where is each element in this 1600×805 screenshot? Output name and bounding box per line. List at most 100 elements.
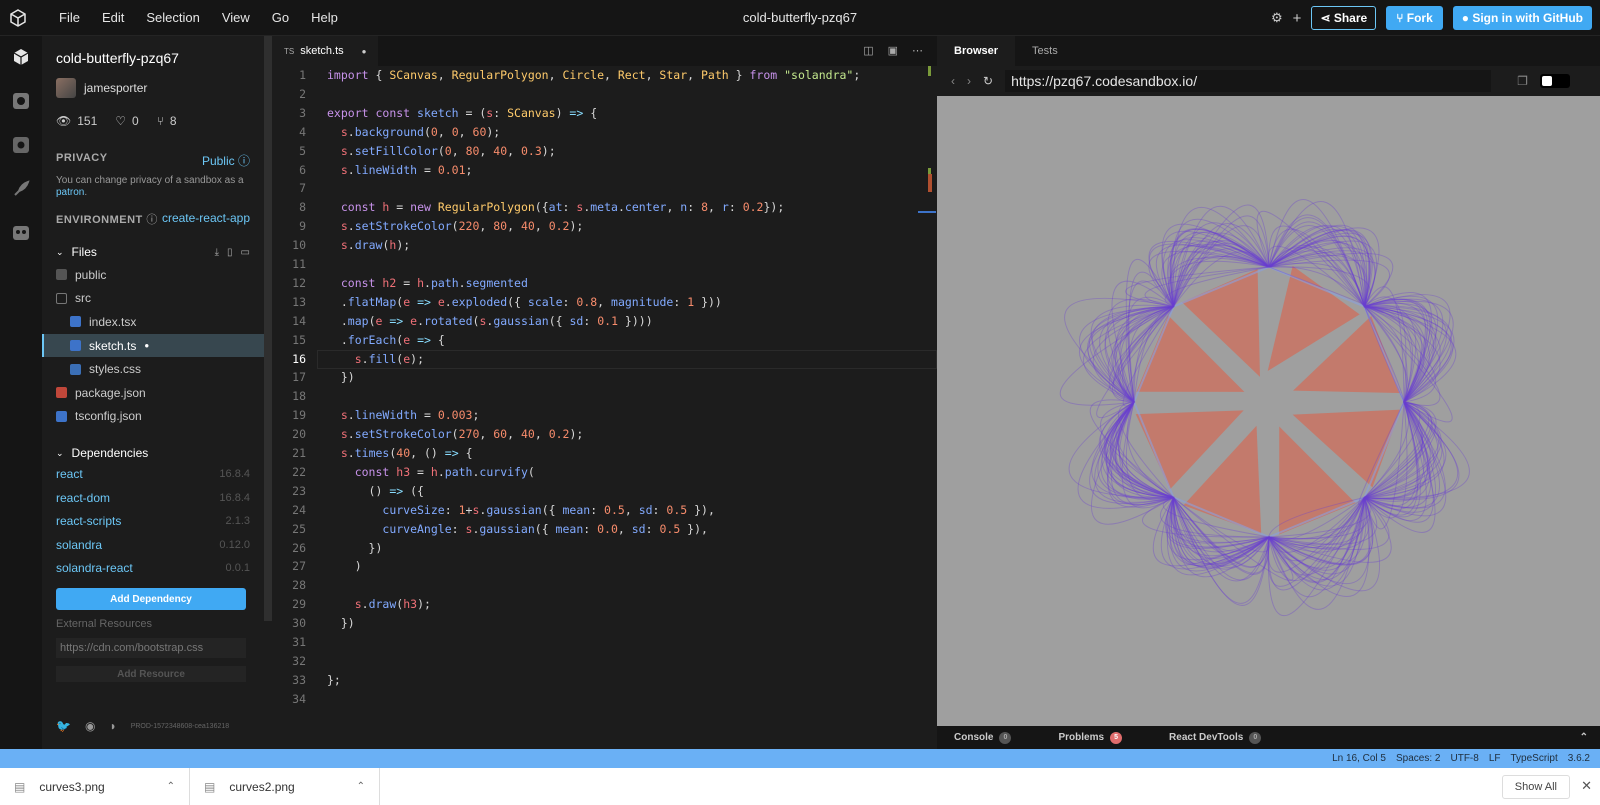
dependency-react[interactable]: react 16.8.4 (56, 462, 264, 486)
patron-link[interactable]: patron (56, 187, 84, 198)
new-file-icon[interactable]: ▯ (227, 247, 233, 258)
indent-setting[interactable]: Spaces: 2 (1396, 753, 1440, 764)
url-input[interactable]: https://pzq67.codesandbox.io/ (1005, 70, 1492, 92)
unsaved-dot-icon[interactable]: ● (362, 47, 367, 56)
github-signin-button[interactable]: ● Sign in with GitHub (1452, 6, 1592, 30)
code-area[interactable]: 1 import { SCanvas, RegularPolygon, Circl… (272, 66, 937, 749)
typescript-icon (70, 340, 81, 352)
deploy-rocket-icon[interactable] (10, 178, 32, 200)
menu-go[interactable]: Go (261, 10, 300, 25)
file-item-tsconfig-json[interactable]: tsconfig.json (42, 405, 264, 429)
react-devtools-tab[interactable]: React DevTools (1169, 732, 1243, 743)
sidebar: cold-butterfly-pzq67 jamesporter 👁 151 ♡ 0… (42, 36, 264, 749)
file-item-src[interactable]: src (42, 287, 264, 311)
privacy-value[interactable]: Public ⓘ (202, 152, 250, 169)
file-item-package-json[interactable]: package.json (42, 381, 264, 405)
language-mode[interactable]: TypeScript (1511, 753, 1558, 764)
explorer-icon[interactable] (10, 46, 32, 68)
overview-ruler[interactable] (918, 66, 937, 749)
back-icon[interactable]: ‹ (951, 74, 955, 88)
external-resource-input[interactable]: https://cdn.com/bootstrap.css (56, 638, 246, 659)
download-icon[interactable]: ⤓ (215, 247, 219, 258)
close-icon[interactable]: ✕ (1581, 778, 1592, 794)
more-icon[interactable]: ⋯ (912, 44, 923, 57)
code-line: s.lineWidth = 0.01; (340, 162, 473, 177)
file-item-styles-css[interactable]: styles.css (42, 357, 264, 381)
heart-icon: ♡ (115, 114, 127, 128)
open-new-window-icon[interactable]: ❐ (1517, 74, 1528, 88)
download-item[interactable]: ▤ curves2.png ⌃ (190, 768, 380, 805)
environment-value[interactable]: create-react-app (162, 211, 250, 227)
line-ending[interactable]: LF (1489, 753, 1501, 764)
line-number: 22 (292, 464, 306, 479)
typescript-icon: TS (284, 46, 295, 56)
help-icon[interactable]: ⓘ (238, 154, 250, 168)
add-dependency-button[interactable]: Add Dependency (56, 588, 246, 611)
line-number: 15 (292, 332, 306, 347)
codesandbox-logo[interactable] (0, 0, 36, 36)
download-item[interactable]: ▤ curves3.png ⌃ (0, 768, 190, 805)
octagon-outline (1132, 265, 1406, 539)
code-line: const h = new RegularPolygon({at: s.meta… (340, 200, 785, 215)
github-icon[interactable] (10, 134, 32, 156)
live-collab-icon[interactable] (10, 222, 32, 244)
dependency-react-dom[interactable]: react-dom 16.8.4 (56, 486, 264, 510)
author-row[interactable]: jamesporter (56, 78, 264, 98)
browser-pane: Browser Tests ‹ › ↻ https://pzq67.codesa… (937, 36, 1600, 749)
ts-version[interactable]: 3.6.2 (1568, 753, 1590, 764)
dependencies-header[interactable]: ⌄ Dependencies (56, 446, 264, 460)
show-all-button[interactable]: Show All (1501, 775, 1570, 799)
file-item-sketch-ts[interactable]: sketch.ts ● (42, 333, 264, 358)
download-name: curves2.png (229, 779, 295, 794)
menu-file[interactable]: File (48, 10, 91, 25)
settings-icon[interactable] (10, 90, 32, 112)
preview-canvas[interactable] (937, 96, 1600, 726)
code-line: s.draw(h3); (354, 597, 431, 612)
dependency-solandra[interactable]: solandra 0.12.0 (56, 533, 264, 557)
dependency-solandra-react[interactable]: solandra-react 0.0.1 (56, 557, 264, 581)
encoding[interactable]: UTF-8 (1450, 753, 1478, 764)
tab-browser[interactable]: Browser (937, 36, 1016, 66)
share-button[interactable]: ⋖ Share (1311, 6, 1377, 30)
refresh-icon[interactable]: ↻ (983, 74, 993, 88)
chevron-up-icon[interactable]: ⌃ (1580, 732, 1588, 743)
menu-view[interactable]: View (211, 10, 261, 25)
split-editor-icon[interactable]: ◫ (863, 44, 873, 57)
code-line: s.setStrokeColor(270, 60, 40, 0.2); (340, 427, 584, 442)
toggle-icon[interactable] (1539, 74, 1570, 88)
menu-help[interactable]: Help (300, 10, 349, 25)
preview-icon[interactable]: ▣ (888, 44, 898, 57)
console-tab[interactable]: Console (954, 732, 993, 743)
cursor-position[interactable]: Ln 16, Col 5 (1332, 753, 1386, 764)
code-line: import { SCanvas, RegularPolygon, Circle… (327, 68, 861, 82)
help-icon[interactable]: ⓘ (146, 214, 158, 226)
gear-icon[interactable]: ⚙ (1271, 10, 1283, 26)
forward-icon[interactable]: › (967, 74, 971, 88)
file-item-index-tsx[interactable]: index.tsx (42, 310, 264, 334)
file-item-public[interactable]: public (42, 263, 264, 287)
fork-button[interactable]: ⑂ Fork (1386, 6, 1443, 30)
tab-sketch-ts[interactable]: TS sketch.ts ● (272, 36, 379, 66)
menu-edit[interactable]: Edit (91, 10, 135, 25)
line-number: 16 (292, 351, 306, 366)
toolbar-right: ⚙ + ⋖ Share ⑂ Fork ● Sign in with GitHub (1271, 6, 1592, 30)
menu-selection[interactable]: Selection (135, 10, 210, 25)
code-line: .flatMap(e => e.exploded({ scale: 0.8, m… (327, 294, 722, 309)
tab-tests[interactable]: Tests (1015, 45, 1075, 57)
add-resource-button[interactable]: Add Resource (56, 666, 246, 683)
typescript-icon (70, 316, 81, 328)
top-bar: File Edit Selection View Go Help cold-bu… (0, 0, 1600, 36)
github-icon[interactable]: ◉ (85, 719, 95, 733)
folder-icon (56, 269, 67, 281)
chevron-up-icon[interactable]: ⌃ (167, 781, 175, 792)
likes-stat[interactable]: ♡ 0 (115, 114, 138, 128)
sidebar-scrollbar[interactable] (264, 36, 272, 621)
discord-icon[interactable]: ◗ (109, 719, 116, 733)
dependency-react-scripts[interactable]: react-scripts 2.1.3 (56, 509, 264, 533)
files-header[interactable]: ⌄ Files ⤓ ▯ ▭ (56, 245, 264, 259)
chevron-up-icon[interactable]: ⌃ (357, 781, 365, 792)
twitter-icon[interactable]: 🐦 (56, 719, 71, 733)
problems-tab[interactable]: Problems (1058, 732, 1104, 743)
new-folder-icon[interactable]: ▭ (241, 247, 250, 258)
plus-icon[interactable]: + (1293, 10, 1302, 27)
